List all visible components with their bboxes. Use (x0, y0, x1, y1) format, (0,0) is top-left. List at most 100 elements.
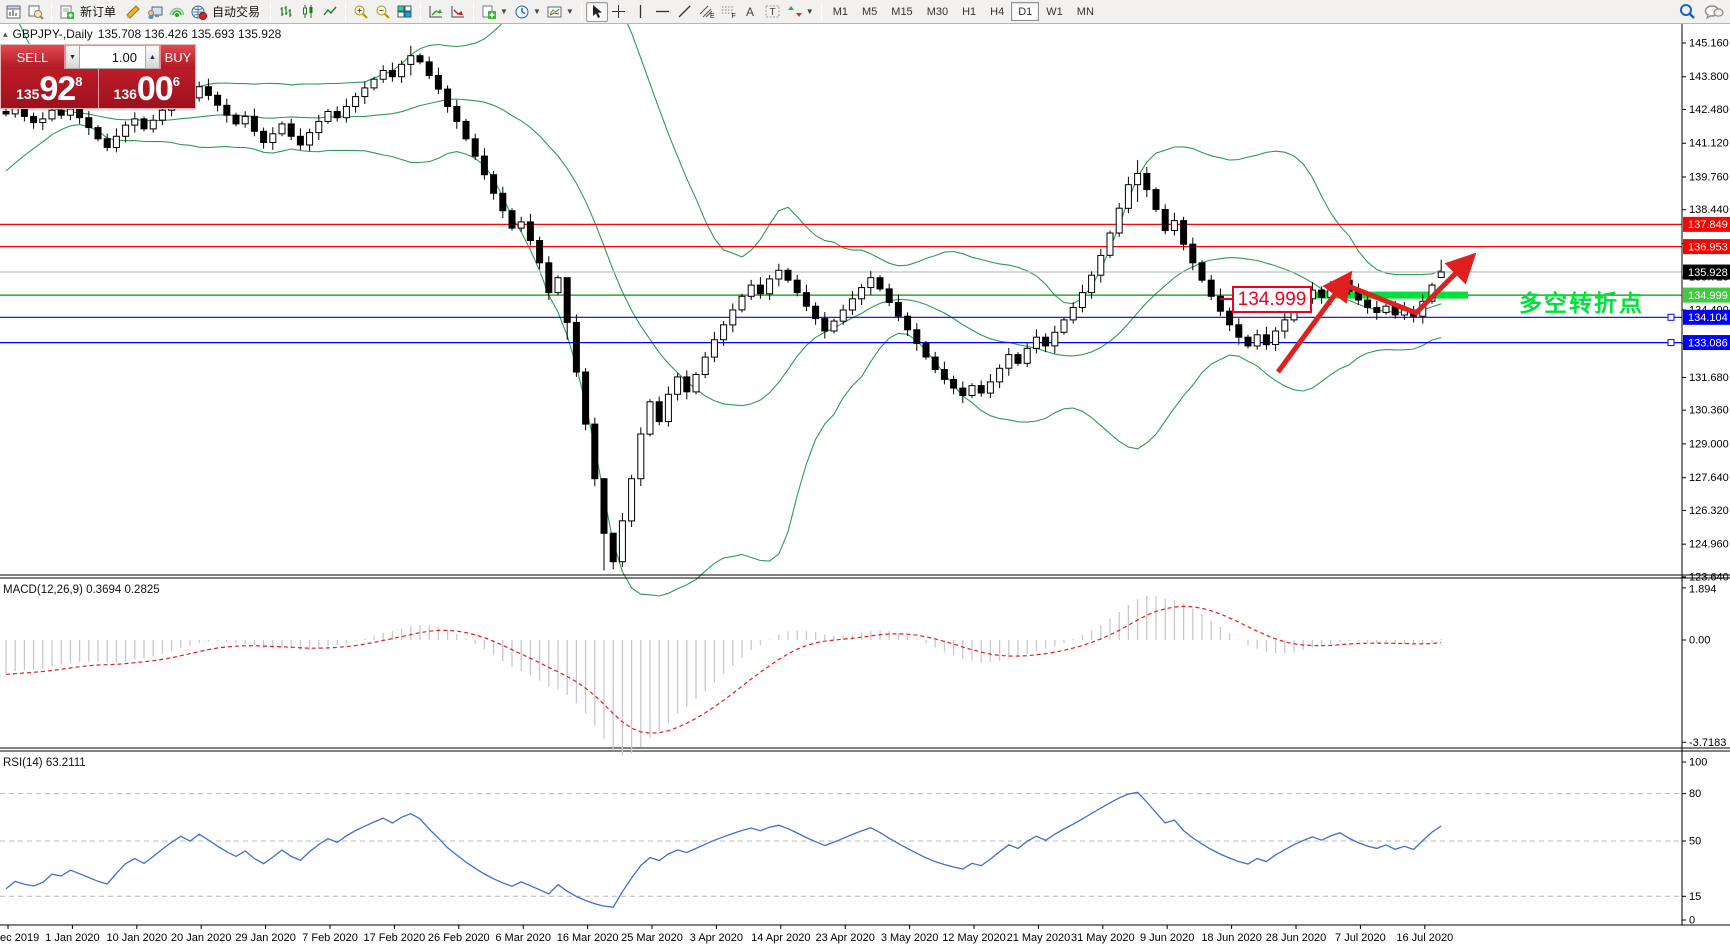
candlestick-button[interactable] (297, 2, 319, 22)
svg-text:141.120: 141.120 (1689, 138, 1729, 150)
sell-price-figure: 135 (16, 85, 40, 102)
volume-input[interactable]: 1.00 (80, 45, 145, 69)
periods-button[interactable]: ▼ (511, 2, 544, 22)
timeframe-h1-button[interactable]: H1 (955, 2, 983, 21)
profiles-button[interactable] (25, 2, 47, 22)
svg-text:134.104: 134.104 (1688, 312, 1728, 324)
volume-down-button[interactable]: ▼ (65, 45, 80, 69)
equidistant-channel-button[interactable]: E (696, 2, 718, 22)
mt4-terminal: 145.160 143.800 142.480 141.120 139.760 138.4… (0, 0, 1730, 947)
tile-windows-button[interactable] (394, 2, 416, 22)
svg-text:100: 100 (1689, 757, 1707, 769)
timeframe-m15-button[interactable]: M15 (884, 2, 919, 21)
indicator-list-button[interactable] (447, 2, 469, 22)
crosshair-tool-button[interactable] (608, 2, 630, 22)
svg-text:7 Jul 2020: 7 Jul 2020 (1335, 932, 1386, 944)
svg-text:3 Apr 2020: 3 Apr 2020 (690, 932, 743, 944)
svg-text:129.000: 129.000 (1689, 438, 1729, 450)
dropdown-arrow-icon: ▼ (500, 7, 508, 16)
toolbar-separator (473, 2, 475, 21)
text-label-tool-button[interactable]: T (762, 2, 784, 22)
line-chart-button[interactable] (319, 2, 341, 22)
buy-button[interactable]: BUY (160, 45, 195, 69)
indicator-window-button[interactable] (425, 2, 447, 22)
svg-text:23 Dec 2019: 23 Dec 2019 (0, 932, 39, 944)
turning-point-annotation[interactable]: 多空转折点 (1519, 284, 1644, 318)
vertical-line-tool-button[interactable] (630, 2, 652, 22)
toolbar-separator (51, 2, 52, 21)
volume-up-button[interactable]: ▲ (145, 45, 160, 69)
bar-chart-icon (280, 6, 292, 17)
volume-stepper: ▼ 1.00 ▲ (65, 45, 160, 69)
fibonacci-tool-button[interactable]: F (718, 2, 740, 22)
chart-ohlc-values: 135.708 136.426 135.693 135.928 (97, 27, 282, 41)
svg-text:124.960: 124.960 (1689, 539, 1729, 551)
zoom-in-icon (354, 5, 368, 19)
new-chart-button[interactable] (3, 2, 25, 22)
svg-text:134.999: 134.999 (1688, 290, 1728, 302)
autotrading-button[interactable]: 自动交易 (188, 2, 266, 22)
svg-text:130.360: 130.360 (1689, 405, 1729, 417)
signals-icon (169, 7, 185, 17)
svg-text:28 Jun 2020: 28 Jun 2020 (1266, 932, 1327, 944)
timeframe-m5-button[interactable]: M5 (855, 2, 884, 21)
svg-text:136.953: 136.953 (1688, 241, 1728, 253)
text-tool-button[interactable]: A (740, 2, 762, 22)
bar-chart-button[interactable] (275, 2, 297, 22)
timeframe-h4-button[interactable]: H4 (983, 2, 1011, 21)
svg-text:16 Mar 2020: 16 Mar 2020 (557, 932, 619, 944)
text-a-icon: A (746, 5, 754, 19)
add-indicator-button[interactable]: ▼ (478, 2, 511, 22)
toolbar-separator (270, 2, 272, 21)
arrows-icon (787, 6, 802, 17)
svg-text:127.640: 127.640 (1689, 472, 1729, 484)
svg-text:1 Jan 2020: 1 Jan 2020 (45, 932, 99, 944)
cursor-tool-button[interactable] (585, 1, 608, 22)
timeframe-d1-button[interactable]: D1 (1011, 2, 1040, 21)
sell-button[interactable]: SELL (1, 45, 65, 69)
timeframe-w1-button[interactable]: W1 (1039, 2, 1070, 21)
channel-icon: E (699, 5, 715, 19)
timeframe-m1-button[interactable]: M1 (826, 2, 855, 21)
timeframe-group: M1 M5 M15 M30 H1 H4 D1 W1 MN (826, 2, 1101, 21)
add-indicator-icon (482, 5, 497, 19)
svg-text:A: A (746, 5, 754, 19)
sell-price[interactable]: 135 92 8 (1, 69, 99, 108)
horizontal-line-tool-button[interactable] (652, 2, 674, 22)
text-label-icon: T (765, 5, 780, 18)
new-order-button[interactable]: 新订单 (56, 2, 122, 22)
new-order-icon (60, 5, 74, 19)
search-icon[interactable] (1679, 3, 1696, 20)
chat-icon[interactable] (1704, 4, 1724, 20)
zoom-in-button[interactable] (350, 2, 372, 22)
svg-text:12 May 2020: 12 May 2020 (942, 932, 1006, 944)
svg-text:138.440: 138.440 (1689, 204, 1729, 216)
signals-button[interactable] (166, 2, 188, 22)
price-callout-label[interactable]: 134.999 (1232, 286, 1312, 313)
trendline-tool-button[interactable] (674, 2, 696, 22)
one-click-toggle-icon[interactable]: ▴ (3, 29, 8, 40)
svg-text:145.160: 145.160 (1689, 38, 1729, 50)
arrows-tool-button[interactable]: ▼ (784, 2, 817, 22)
dropdown-arrow-icon: ▼ (805, 7, 814, 16)
rsi-label: RSI(14) 63.2111 (3, 757, 86, 769)
svg-text:23 Apr 2020: 23 Apr 2020 (816, 932, 875, 944)
autotrading-icon (191, 5, 208, 20)
zoom-out-button[interactable] (372, 2, 394, 22)
timeframe-mn-button[interactable]: MN (1070, 2, 1101, 21)
svg-text:29 Jan 2020: 29 Jan 2020 (235, 932, 296, 944)
svg-text:26 Feb 2020: 26 Feb 2020 (428, 932, 490, 944)
buy-price[interactable]: 136 00 6 (99, 69, 196, 108)
zoom-out-icon (376, 5, 390, 19)
indicator-up-icon (429, 5, 443, 17)
templates-button[interactable]: ▼ (544, 2, 577, 22)
expert-advisors-button[interactable] (144, 2, 166, 22)
chart-style-button[interactable] (122, 2, 144, 22)
candlestick-icon (302, 5, 313, 18)
timeframe-m30-button[interactable]: M30 (920, 2, 955, 21)
one-click-trading-panel: SELL ▼ 1.00 ▲ BUY 135 92 8 136 00 6 (0, 44, 196, 109)
expert-advisor-icon (148, 6, 163, 19)
svg-text:T: T (769, 7, 775, 18)
profiles-icon (28, 5, 44, 20)
chart-canvas[interactable]: 145.160 143.800 142.480 141.120 139.760 138.4… (0, 0, 1730, 947)
